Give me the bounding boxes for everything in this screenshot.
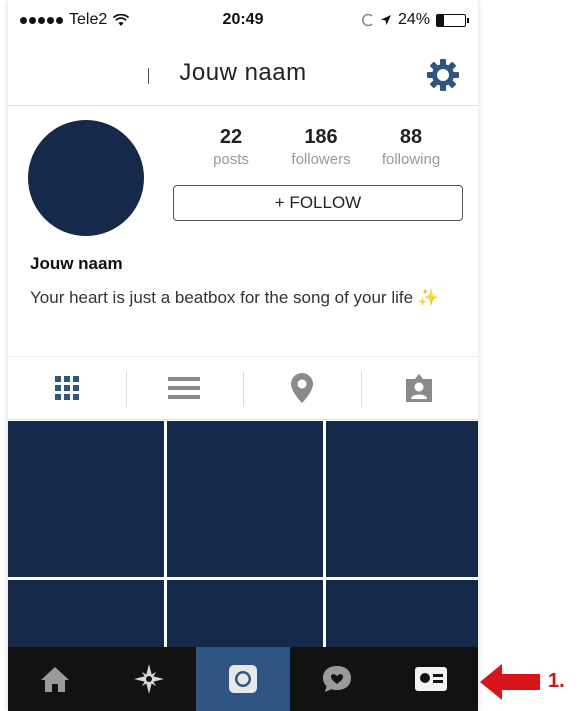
gear-icon[interactable] bbox=[426, 58, 460, 92]
home-icon bbox=[41, 667, 69, 692]
tab-camera[interactable] bbox=[196, 647, 290, 711]
nav-separator bbox=[148, 68, 149, 84]
photo-tile[interactable] bbox=[8, 421, 164, 577]
signal-dots-icon bbox=[20, 16, 63, 24]
profile-name: Jouw naam bbox=[30, 254, 123, 273]
tab-profile[interactable] bbox=[384, 647, 478, 711]
explore-icon bbox=[134, 664, 164, 694]
photo-tile[interactable] bbox=[8, 580, 164, 650]
carrier-name: Tele2 bbox=[69, 11, 108, 28]
step-label: 1. bbox=[548, 670, 565, 692]
location-arrow-icon bbox=[380, 15, 391, 25]
stat-label: posts bbox=[213, 151, 249, 168]
bio-text: Your heart is just a beatbox for the son… bbox=[30, 288, 414, 307]
tab-location[interactable] bbox=[243, 357, 361, 419]
status-left: Tele2 bbox=[20, 11, 130, 29]
tab-activity[interactable] bbox=[290, 647, 384, 711]
photo-tile[interactable] bbox=[326, 421, 478, 577]
nav-bar: Jouw naam bbox=[8, 40, 478, 106]
camera-icon bbox=[229, 665, 257, 693]
avatar[interactable] bbox=[28, 120, 144, 236]
profile-icon bbox=[415, 667, 447, 691]
sparkles-emoji: ✨ bbox=[417, 288, 439, 307]
photo-grid bbox=[8, 421, 478, 650]
grid-view-icon bbox=[54, 376, 79, 400]
stat-followers[interactable]: 186 followers bbox=[276, 126, 366, 168]
battery-fill bbox=[437, 14, 444, 26]
nav-title: Jouw naam bbox=[179, 58, 307, 86]
photo-tile[interactable] bbox=[167, 421, 323, 577]
status-bar: Tele2 20:49 24% bbox=[8, 0, 478, 40]
phone-screen: Tele2 20:49 24% Jouw naam 22 posts 186 f… bbox=[8, 0, 478, 711]
battery-icon bbox=[436, 13, 469, 27]
bottom-tab-bar bbox=[8, 647, 478, 711]
battery-percent: 24% bbox=[397, 11, 430, 28]
stat-count: 22 bbox=[219, 126, 243, 148]
list-view-icon bbox=[168, 377, 201, 399]
activity-icon bbox=[323, 666, 351, 692]
stat-count: 186 bbox=[304, 126, 338, 148]
tab-home[interactable] bbox=[8, 647, 102, 711]
profile-bio: Your heart is just a beatbox for the son… bbox=[30, 286, 460, 310]
tab-tagged[interactable] bbox=[360, 357, 479, 419]
tagged-person-icon bbox=[406, 374, 433, 402]
profile-header: 22 posts 186 followers 88 following + FO… bbox=[8, 106, 478, 356]
follow-button[interactable]: + FOLLOW bbox=[173, 185, 463, 221]
stat-posts[interactable]: 22 posts bbox=[186, 126, 276, 168]
view-tabs bbox=[8, 356, 478, 420]
tab-list-view[interactable] bbox=[125, 357, 244, 419]
profile-stats: 22 posts 186 followers 88 following bbox=[186, 126, 456, 168]
stat-following[interactable]: 88 following bbox=[366, 126, 456, 168]
rotation-lock-icon bbox=[361, 13, 373, 27]
stat-label: following bbox=[381, 151, 441, 168]
stat-count: 88 bbox=[399, 126, 423, 148]
photo-tile[interactable] bbox=[326, 580, 478, 650]
status-right: 24% bbox=[361, 11, 469, 29]
wifi-icon bbox=[113, 13, 130, 26]
stat-label: followers bbox=[291, 151, 351, 168]
tab-grid-view[interactable] bbox=[8, 357, 126, 419]
tab-explore[interactable] bbox=[102, 647, 196, 711]
status-time: 20:49 bbox=[222, 11, 264, 28]
photo-tile[interactable] bbox=[167, 580, 323, 650]
location-pin-icon bbox=[290, 373, 313, 403]
red-arrow-annotation bbox=[480, 664, 540, 700]
